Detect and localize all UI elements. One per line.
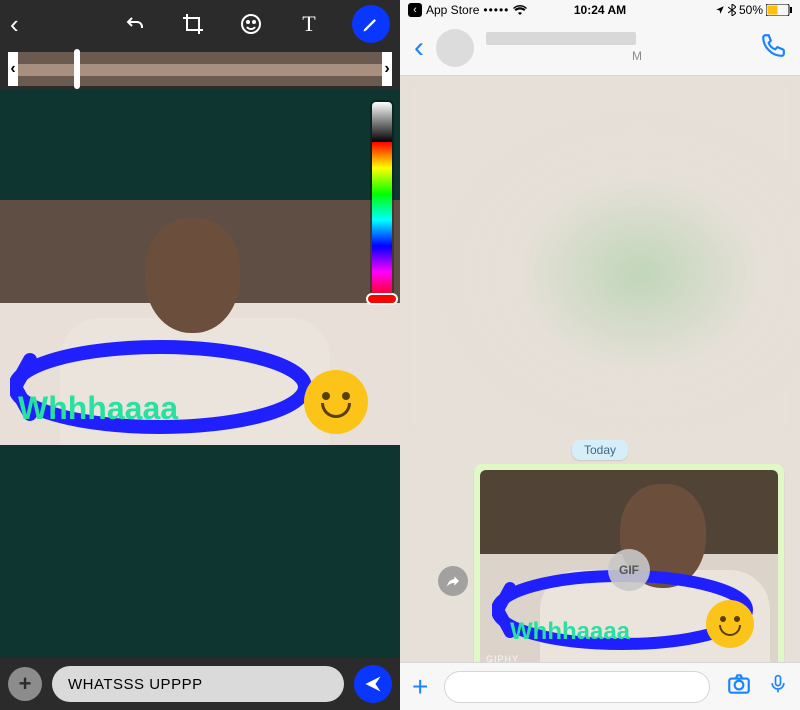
editor-canvas[interactable]: Whhhaaaa xyxy=(0,90,400,658)
overlay-text: Whhhaaaa xyxy=(510,618,630,646)
message-gif[interactable]: Whhhaaaa GIF GIPHY xyxy=(480,470,778,662)
trim-right-handle-icon[interactable]: › xyxy=(382,52,392,86)
color-picker-handle[interactable] xyxy=(366,293,398,305)
gif-badge: GIF xyxy=(608,549,650,591)
draw-tool-button[interactable] xyxy=(352,5,390,43)
add-media-icon[interactable]: + xyxy=(8,667,42,701)
chat-body[interactable]: Today Whhhaaaa GIF GIPHY WHATSSS UPPPP 1… xyxy=(400,76,800,662)
status-time: 10:24 AM xyxy=(574,3,626,17)
back-to-app-icon[interactable]: ‹ xyxy=(408,3,422,17)
signal-dots-icon: ••••• xyxy=(483,3,509,17)
color-picker-slider[interactable] xyxy=(370,100,394,300)
location-icon xyxy=(715,5,725,15)
outgoing-message-bubble[interactable]: Whhhaaaa GIF GIPHY WHATSSS UPPPP 10:24 A… xyxy=(474,464,784,662)
editor-toolbar: ‹ T xyxy=(0,0,400,48)
wifi-icon xyxy=(513,5,527,15)
chat-screen: ‹ App Store ••••• 10:24 AM 50% ‹ M Today xyxy=(400,0,800,710)
media-editor-screen: ‹ T ‹ › Whhhaaaa xyxy=(0,0,400,710)
day-separator: Today xyxy=(572,440,628,460)
chat-header: ‹ M xyxy=(400,20,800,76)
battery-percent: 50% xyxy=(739,3,763,17)
back-to-app-label[interactable]: App Store xyxy=(426,3,479,17)
gif-source-label: GIPHY xyxy=(486,654,519,662)
crop-icon[interactable] xyxy=(178,9,208,39)
overlay-text[interactable]: Whhhaaaa xyxy=(18,390,178,427)
contact-subtitle: M xyxy=(632,49,748,63)
caption-bar: + WHATSSS UPPPP xyxy=(0,658,400,710)
smiley-emoji-icon xyxy=(706,600,754,648)
caption-input[interactable]: WHATSSS UPPPP xyxy=(52,666,344,702)
message-input[interactable] xyxy=(444,671,710,703)
status-bar: ‹ App Store ••••• 10:24 AM 50% xyxy=(400,0,800,20)
trim-left-handle-icon[interactable]: ‹ xyxy=(8,52,18,86)
trim-filmstrip[interactable]: ‹ › xyxy=(0,48,400,90)
camera-icon[interactable] xyxy=(726,671,752,702)
undo-icon[interactable] xyxy=(120,9,150,39)
back-chevron-icon[interactable]: ‹ xyxy=(10,9,19,40)
contact-name-redacted xyxy=(486,32,636,45)
send-button[interactable] xyxy=(354,665,392,703)
mic-icon[interactable] xyxy=(768,671,788,702)
voice-call-icon[interactable] xyxy=(760,32,786,63)
emoji-picker-icon[interactable] xyxy=(236,9,266,39)
attach-icon[interactable]: + xyxy=(412,671,428,703)
media-preview: Whhhaaaa xyxy=(0,200,400,445)
message-input-bar: + xyxy=(400,662,800,710)
playhead[interactable] xyxy=(74,49,80,89)
bluetooth-icon xyxy=(728,4,736,16)
text-tool-icon[interactable]: T xyxy=(294,9,324,39)
filmstrip-thumbs xyxy=(18,52,382,86)
back-icon[interactable]: ‹ xyxy=(414,31,424,65)
contact-info[interactable]: M xyxy=(486,32,748,63)
forward-icon[interactable] xyxy=(438,566,468,596)
contact-avatar[interactable] xyxy=(436,29,474,67)
blurred-earlier-content xyxy=(400,76,800,436)
smiley-emoji-icon[interactable] xyxy=(304,370,368,434)
battery-icon xyxy=(766,4,792,16)
